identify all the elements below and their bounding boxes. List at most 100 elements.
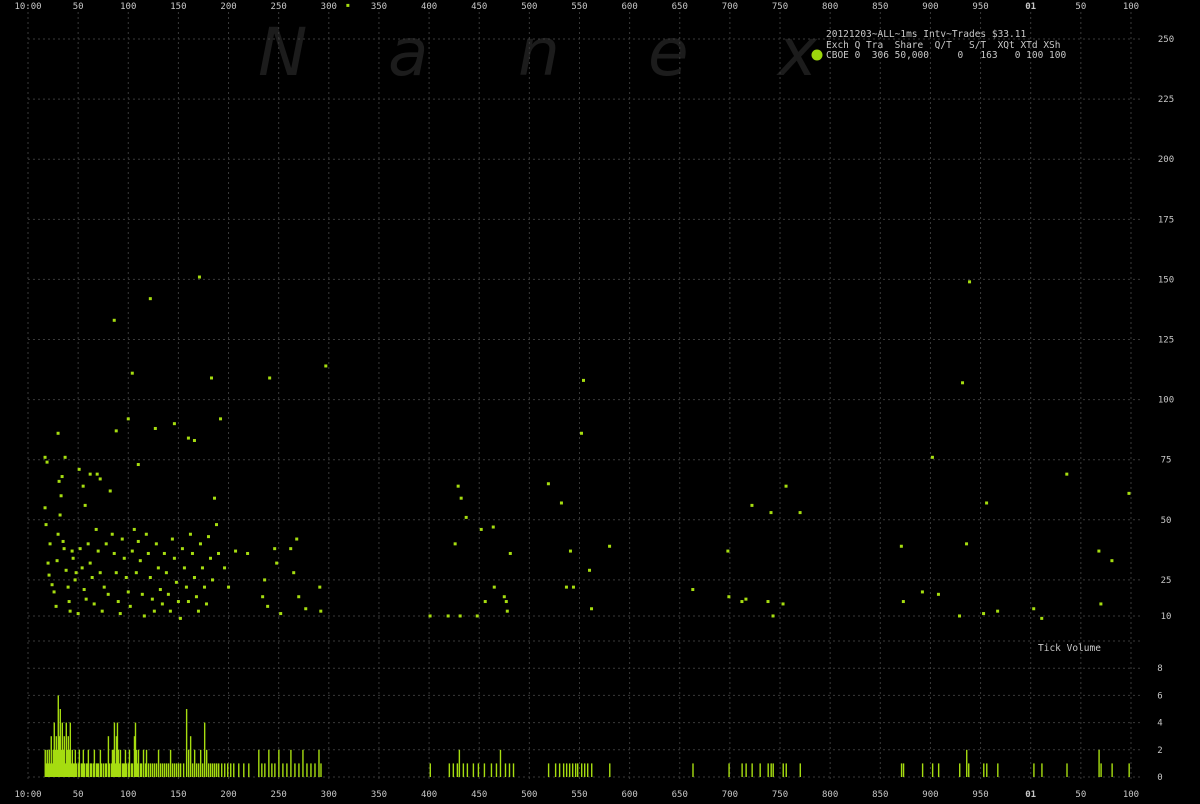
- volume-bar: [931, 763, 934, 777]
- volume-bar: [302, 749, 304, 777]
- trade-point: [1110, 559, 1114, 563]
- watermark-letter: N: [258, 14, 307, 91]
- volume-bar: [591, 763, 593, 777]
- volume-tick-label: 2: [1157, 746, 1162, 756]
- volume-bar: [224, 763, 226, 777]
- trade-point: [98, 571, 102, 575]
- x-tick-label-top: 650: [672, 2, 688, 12]
- volume-bar: [799, 763, 801, 777]
- volume-bar: [171, 763, 174, 777]
- trade-point: [190, 551, 194, 555]
- trade-point: [691, 588, 695, 592]
- trade-point: [726, 549, 730, 553]
- trade-point: [112, 318, 116, 322]
- volume-bar: [286, 763, 288, 777]
- trade-point: [1099, 602, 1103, 606]
- trade-point: [114, 571, 118, 575]
- trade-point: [160, 602, 164, 606]
- y-tick-label: 200: [1158, 155, 1174, 165]
- trade-point: [246, 551, 250, 555]
- trade-point: [483, 600, 487, 604]
- volume-bar: [131, 763, 134, 777]
- volume-bar: [759, 763, 761, 777]
- trade-point: [204, 602, 208, 606]
- volume-bar: [153, 763, 156, 777]
- trade-point: [108, 489, 112, 493]
- x-tick-label-bottom: 300: [321, 790, 337, 800]
- x-tick-label-top: 200: [220, 2, 236, 12]
- trade-point: [63, 455, 67, 459]
- trade-point: [985, 501, 989, 505]
- x-tick-label-bottom: 800: [822, 790, 838, 800]
- trade-point: [81, 484, 85, 488]
- trade-point: [86, 542, 90, 546]
- trade-point: [275, 561, 279, 565]
- trade-point: [60, 475, 64, 479]
- trade-point: [46, 561, 50, 565]
- x-tick-label-bottom: 600: [621, 790, 637, 800]
- x-tick-label-bottom: 150: [170, 790, 186, 800]
- trade-point: [453, 542, 457, 546]
- volume-bar: [125, 763, 128, 777]
- trade-point: [140, 592, 144, 596]
- volume-bar: [318, 749, 320, 777]
- trade-point: [936, 592, 940, 596]
- volume-bar: [571, 763, 574, 777]
- volume-bar: [211, 763, 214, 777]
- volume-bar: [314, 763, 316, 777]
- x-tick-label-bottom: 10:00: [14, 790, 41, 800]
- trade-point: [1032, 607, 1036, 611]
- trade-point: [192, 438, 196, 442]
- trade-point: [206, 535, 210, 539]
- y-tick-label: 10: [1161, 612, 1172, 622]
- volume-bar: [182, 763, 185, 777]
- volume-bar: [968, 763, 970, 777]
- y-tick-label: 50: [1161, 516, 1172, 526]
- x-tick-label-top: 600: [621, 2, 637, 12]
- volume-bar: [191, 763, 194, 777]
- volume-tick-label: 8: [1157, 664, 1162, 674]
- volume-bar: [282, 763, 284, 777]
- volume-bar: [983, 763, 985, 777]
- trade-point: [148, 297, 152, 301]
- trade-point: [120, 537, 124, 541]
- trade-point: [223, 566, 227, 570]
- trade-point: [54, 604, 58, 608]
- trade-point: [197, 275, 201, 279]
- x-tick-label-bottom: 450: [471, 790, 487, 800]
- volume-bar: [1041, 763, 1043, 777]
- trade-point: [505, 609, 509, 613]
- trade-point: [130, 371, 134, 375]
- trade-point: [492, 585, 496, 589]
- volume-bar: [745, 763, 747, 777]
- volume-bar: [587, 763, 589, 777]
- legend-row: CBOE 0 306 50,000 0 163 0 100 100: [826, 50, 1066, 61]
- trade-point: [164, 571, 168, 575]
- x-tick-label-bottom: 500: [521, 790, 537, 800]
- chart-canvas: N a n e x 10:0010:0050501001001501502002…: [0, 0, 1200, 800]
- volume-bar: [466, 763, 469, 777]
- trade-point: [77, 467, 81, 471]
- trade-point: [166, 592, 170, 596]
- x-tick-label-top: 100: [120, 2, 136, 12]
- volume-bar: [1111, 763, 1113, 777]
- trade-point: [901, 600, 905, 604]
- volume-label: Tick Volume: [1038, 643, 1101, 654]
- trade-point: [156, 566, 160, 570]
- x-tick-label-bottom: 550: [571, 790, 587, 800]
- trade-point: [292, 571, 296, 575]
- trade-point: [219, 417, 223, 421]
- x-tick-label-top: 700: [722, 2, 738, 12]
- trade-point: [64, 568, 68, 572]
- trade-point: [1097, 549, 1101, 553]
- volume-bar: [119, 749, 122, 777]
- y-tick-label: 225: [1158, 95, 1174, 105]
- trade-point: [559, 501, 563, 505]
- trade-point: [100, 609, 104, 613]
- y-tick-label: 125: [1158, 336, 1174, 346]
- volume-bar: [767, 763, 769, 777]
- trade-point: [209, 376, 213, 380]
- trade-point: [456, 484, 460, 488]
- volume-bar: [227, 763, 229, 777]
- volume-bar: [142, 749, 145, 777]
